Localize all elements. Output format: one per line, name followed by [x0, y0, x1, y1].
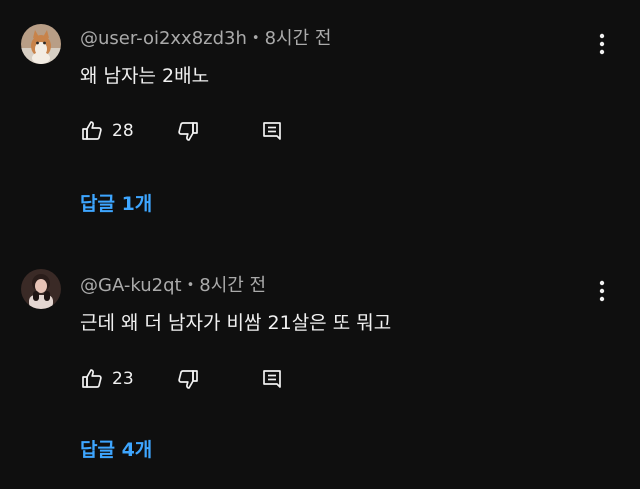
replies-toggle[interactable]: 답글 4개	[80, 438, 152, 462]
like-count: 23	[112, 369, 134, 389]
reply-button[interactable]	[260, 116, 284, 146]
meta-separator: •	[251, 31, 260, 46]
comment-2: @GA-ku2qt • 8시간 전 근데 왜 더 남자가 비쌈 21살은 또 뭐고 …	[0, 245, 640, 489]
author-handle[interactable]: @user-oi2xx8zd3h	[80, 28, 247, 49]
like-button[interactable]: 23	[80, 364, 134, 394]
author-avatar[interactable]	[21, 24, 61, 64]
thumbs-up-icon	[80, 367, 104, 391]
thumbs-up-icon	[80, 119, 104, 143]
reply-button[interactable]	[260, 364, 284, 394]
author-handle[interactable]: @GA-ku2qt	[80, 275, 182, 296]
replies-toggle[interactable]: 답글 1개	[80, 192, 152, 216]
comment-meta: @GA-ku2qt • 8시간 전	[80, 275, 266, 299]
comment-actions: 23	[80, 364, 300, 394]
like-button[interactable]: 28	[80, 116, 134, 146]
person-avatar-icon	[21, 269, 61, 309]
meta-separator: •	[186, 278, 195, 293]
thumbs-down-icon	[176, 367, 200, 391]
cat-avatar-icon	[21, 24, 61, 64]
dislike-button[interactable]	[176, 116, 200, 146]
like-count: 28	[112, 121, 134, 141]
comment-time[interactable]: 8시간 전	[265, 28, 332, 49]
reply-comment-icon	[260, 367, 284, 391]
more-vertical-icon[interactable]	[592, 277, 612, 305]
comment-actions: 28	[80, 116, 300, 146]
comment-text: 왜 남자는 2배노	[80, 65, 210, 87]
comment-text: 근데 왜 더 남자가 비쌈 21살은 또 뭐고	[80, 312, 392, 334]
comment-1: @user-oi2xx8zd3h • 8시간 전 왜 남자는 2배노 28 답글…	[0, 0, 640, 245]
comment-meta: @user-oi2xx8zd3h • 8시간 전	[80, 28, 331, 52]
comment-time[interactable]: 8시간 전	[199, 275, 266, 296]
thumbs-down-icon	[176, 119, 200, 143]
author-avatar[interactable]	[21, 269, 61, 309]
dislike-button[interactable]	[176, 364, 200, 394]
more-vertical-icon[interactable]	[592, 30, 612, 58]
reply-comment-icon	[260, 119, 284, 143]
